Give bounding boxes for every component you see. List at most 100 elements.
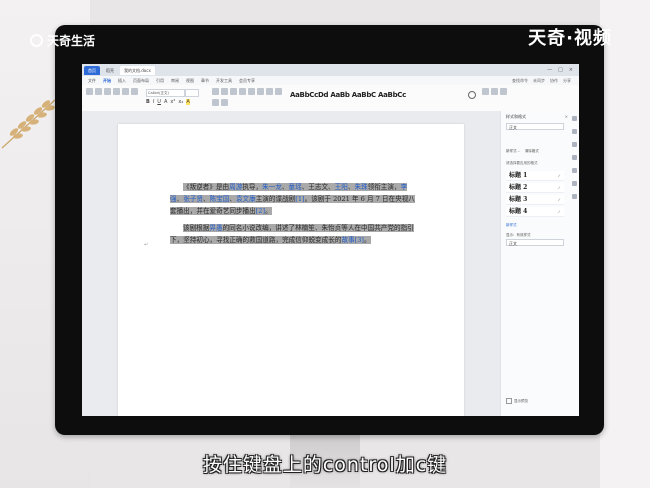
wps-window: 首页 稻壳 我的文档.docx — □ × 文件 开始 插入 页面布局 引用 审… <box>82 64 579 416</box>
minimize-button[interactable]: — <box>547 67 552 73</box>
clear-format-button[interactable]: 清除格式 <box>525 149 539 154</box>
current-style-select[interactable]: 正文 <box>506 123 564 130</box>
copy-icon[interactable] <box>104 88 111 95</box>
share-button[interactable]: 分享 <box>563 78 571 84</box>
numbering-icon[interactable] <box>221 88 228 95</box>
menu-right-group: 查找命令 未同步 协作 分享 <box>512 78 579 84</box>
checkbox-icon[interactable] <box>506 398 512 404</box>
link-author[interactable]: 畀愚 <box>209 224 222 232</box>
find-replace-icon[interactable] <box>468 91 476 99</box>
style-heading-2[interactable]: 标题 2 ✓ <box>506 183 564 193</box>
redo-icon[interactable] <box>131 88 138 95</box>
more-styles-link[interactable]: 新样式 <box>506 223 517 228</box>
menu-file[interactable]: 文件 <box>88 78 96 84</box>
show-style-select[interactable]: 正文 <box>506 239 564 246</box>
indent-icon[interactable] <box>230 88 237 95</box>
justify-icon[interactable] <box>212 99 219 106</box>
citation[interactable]: [2] <box>256 207 265 215</box>
logo-icon <box>30 34 43 47</box>
link-story[interactable]: 故事 <box>341 236 354 244</box>
select-icon[interactable] <box>482 88 489 95</box>
shape-icon[interactable] <box>572 155 577 160</box>
help-icon[interactable] <box>572 194 577 199</box>
settings-icon[interactable] <box>572 168 577 173</box>
italic-button[interactable]: I <box>153 99 154 105</box>
font-size-select[interactable] <box>185 89 199 97</box>
panel-close-icon[interactable]: × <box>565 114 568 119</box>
menu-references[interactable]: 引用 <box>156 78 164 84</box>
pen-icon[interactable] <box>572 142 577 147</box>
highlight-button[interactable]: A <box>186 99 190 105</box>
line-spacing-icon[interactable] <box>221 99 228 106</box>
menu-review[interactable]: 审阅 <box>171 78 179 84</box>
align-left-icon[interactable] <box>257 88 264 95</box>
style-heading-3[interactable]: 标题 3 ✓ <box>506 195 564 205</box>
new-style-button[interactable]: 新样式... <box>506 149 520 154</box>
maximize-button[interactable]: □ <box>558 67 563 73</box>
backdrop-right <box>600 0 650 488</box>
menu-member[interactable]: 会员专享 <box>239 78 255 84</box>
paragraph-group <box>212 88 284 108</box>
paste-icon[interactable] <box>86 88 93 95</box>
style-heading-1[interactable]: 标题 1 ✓ <box>506 171 564 181</box>
watermark-left: 天奇生活 <box>30 32 95 49</box>
menu-section[interactable]: 章节 <box>201 78 209 84</box>
text-tool-icon[interactable] <box>500 88 507 95</box>
citation[interactable]: [3] <box>355 236 364 244</box>
underline-button[interactable]: U <box>157 99 161 105</box>
share-icon[interactable] <box>572 181 577 186</box>
link-actor[interactable]: 朱一龙 <box>262 183 282 191</box>
align-center-icon[interactable] <box>266 88 273 95</box>
window-controls: — □ × <box>547 67 579 73</box>
menu-developer[interactable]: 开发工具 <box>216 78 232 84</box>
styles-icon[interactable] <box>572 116 577 121</box>
panel-subtitle: 请选择要应用的格式 <box>506 161 538 165</box>
collab-button[interactable]: 协作 <box>550 78 558 84</box>
show-label: 显示：有效样式 <box>506 233 531 237</box>
watermark-right: 天奇·视频 <box>528 28 612 49</box>
bullets-icon[interactable] <box>212 88 219 95</box>
tab-document[interactable]: 我的文档.docx <box>120 65 155 75</box>
link-actor[interactable]: 张子贤 <box>183 195 203 203</box>
align-right-icon[interactable] <box>275 88 282 95</box>
superscript-button[interactable]: x² <box>170 99 175 105</box>
menu-view[interactable]: 视图 <box>186 78 194 84</box>
menu-bar: 文件 开始 插入 页面布局 引用 审阅 视图 章节 开发工具 会员专享 查找命令… <box>82 76 579 85</box>
citation[interactable]: [1] <box>295 195 304 203</box>
paragraph-1[interactable]: 《叛逆者》是由周游执导，朱一龙、童瑶、王志文、王阳、朱珠领衔主演，李强、张子贤、… <box>170 181 416 218</box>
search-command[interactable]: 查找命令 <box>512 78 528 84</box>
link-actor[interactable]: 袁文康 <box>236 195 256 203</box>
panel-actions: 新样式... 清除格式 <box>506 149 539 154</box>
link-director[interactable]: 周游 <box>229 183 242 191</box>
sync-status[interactable]: 未同步 <box>533 78 545 84</box>
video-subtitle: 按住键盘上的control加c键 <box>202 454 448 476</box>
style-heading-4[interactable]: 标题 4 ✓ <box>506 207 564 217</box>
typesetting-icon[interactable] <box>491 88 498 95</box>
undo-icon[interactable] <box>122 88 129 95</box>
link-actor[interactable]: 童瑶 <box>289 183 302 191</box>
document-page[interactable]: 《叛逆者》是由周游执导，朱一龙、童瑶、王志文、王阳、朱珠领衔主演，李强、张子贤、… <box>118 124 464 416</box>
tab-docer[interactable]: 稻壳 <box>102 66 118 75</box>
subscript-button[interactable]: x₂ <box>178 99 183 105</box>
link-actor[interactable]: 陈宝国 <box>210 195 230 203</box>
document-area: 《叛逆者》是由周游执导，朱一龙、童瑶、王志文、王阳、朱珠领衔主演，李强、张子贤、… <box>82 111 500 416</box>
menu-home[interactable]: 开始 <box>103 78 111 84</box>
sort-icon[interactable] <box>248 88 255 95</box>
preview-option[interactable]: 显示预览 <box>506 398 564 404</box>
font-color-button[interactable]: A <box>164 99 167 105</box>
close-button[interactable]: × <box>569 67 573 73</box>
font-name-select[interactable]: Calibri(正文) <box>146 89 185 97</box>
link-actor[interactable]: 朱珠 <box>354 183 367 191</box>
menu-layout[interactable]: 页面布局 <box>133 78 149 84</box>
outdent-icon[interactable] <box>239 88 246 95</box>
wheat-decoration <box>1 99 56 149</box>
menu-insert[interactable]: 插入 <box>118 78 126 84</box>
select-icon[interactable] <box>572 129 577 134</box>
format-painter-icon[interactable] <box>113 88 120 95</box>
link-actor[interactable]: 王阳 <box>335 183 348 191</box>
cut-icon[interactable] <box>95 88 102 95</box>
bold-button[interactable]: B <box>146 99 150 105</box>
tab-home[interactable]: 首页 <box>84 65 100 75</box>
style-gallery[interactable]: AaBbCcDd AaBb AaBbC AaBbCc <box>290 91 406 99</box>
paragraph-2[interactable]: 该剧根据畀愚的同名小说改编，讲述了林楠笙、朱怡贞等人在中国共产党的指引下，坚持初… <box>170 222 416 246</box>
